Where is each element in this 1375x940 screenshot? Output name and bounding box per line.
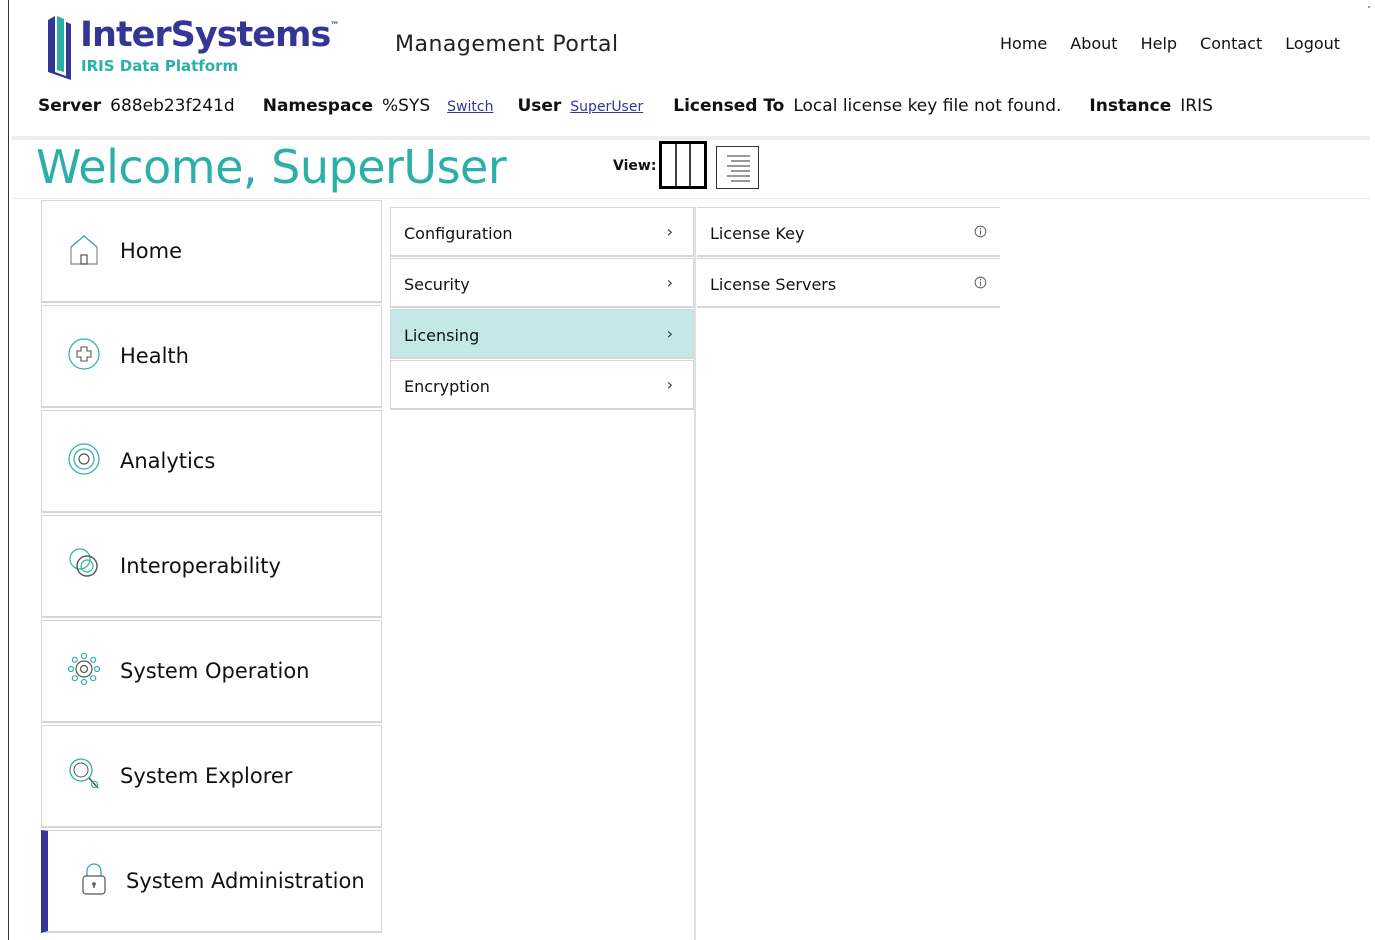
menu-item-home[interactable]: Home (41, 200, 382, 303)
instance-value: IRIS (1180, 96, 1213, 116)
interoperability-icon (69, 548, 98, 577)
brand-name: InterSystems™ (80, 15, 340, 55)
server-label: Server (38, 96, 102, 116)
user-label: User (517, 96, 562, 116)
health-icon (68, 338, 100, 370)
submenu-item-encryption[interactable]: Encryption › (390, 360, 694, 410)
menu-item-system-explorer[interactable]: System Explorer (41, 725, 382, 828)
chevron-right-icon: › (666, 375, 673, 394)
menu-item-health[interactable]: Health (41, 305, 382, 408)
nav-help[interactable]: Help (1141, 34, 1177, 53)
submenu-label-configuration: Configuration (404, 224, 513, 243)
licensing-label-license-servers: License Servers (710, 275, 837, 294)
menu-label-system-administration: System Administration (126, 869, 365, 893)
list-view-button[interactable] (716, 146, 759, 189)
user-link[interactable]: SuperUser (570, 99, 643, 115)
columns-icon (675, 144, 691, 186)
welcome-heading: Welcome, SuperUser (36, 140, 507, 194)
licensing-label-license-key: License Key (710, 224, 805, 243)
home-icon (70, 235, 98, 265)
licensed-to-value: Local license key file not found. (793, 96, 1062, 116)
corner-mark (1368, 6, 1370, 8)
submenu-label-security: Security (404, 275, 470, 294)
chevron-right-icon: › (666, 324, 673, 343)
menu-label-system-operation: System Operation (120, 659, 310, 683)
server-value: 688eb23f241d (110, 96, 235, 116)
switch-namespace-link[interactable]: Switch (447, 99, 493, 115)
submenu-label-licensing: Licensing (404, 326, 480, 345)
nav-contact[interactable]: Contact (1200, 34, 1262, 53)
nav-about[interactable]: About (1070, 34, 1117, 53)
nav-home[interactable]: Home (1000, 34, 1047, 53)
menu-item-system-administration[interactable]: System Administration (41, 830, 382, 933)
submenu-item-security[interactable]: Security › (390, 258, 694, 308)
licensing-item-license-servers[interactable]: License Servers (697, 258, 1000, 308)
menu-label-health: Health (120, 344, 189, 368)
licensed-to-label: Licensed To (673, 96, 785, 116)
view-label: View: (613, 158, 657, 174)
system-administration-submenu: Configuration › Security › Licensing › E… (390, 207, 694, 411)
analytics-icon (68, 443, 100, 475)
menu-label-interoperability: Interoperability (120, 554, 281, 578)
namespace-label: Namespace (262, 96, 374, 116)
left-border (8, 0, 9, 940)
lock-icon (82, 863, 106, 895)
namespace-value: %SYS (382, 96, 431, 116)
columns-view-button[interactable] (659, 141, 707, 189)
explorer-search-icon (69, 758, 99, 789)
licensing-item-license-key[interactable]: License Key (697, 207, 1000, 257)
nav-logout[interactable]: Logout (1285, 34, 1340, 53)
submenu-item-configuration[interactable]: Configuration › (390, 207, 694, 257)
welcome-separator (12, 198, 1370, 199)
info-icon[interactable] (974, 225, 987, 238)
main-menu: Home Health Analytics Interoperability S… (41, 200, 382, 935)
menu-item-interoperability[interactable]: Interoperability (41, 515, 382, 618)
licensing-submenu: License Key License Servers (697, 207, 1000, 309)
submenu-item-licensing[interactable]: Licensing › (390, 309, 694, 359)
menu-label-system-explorer: System Explorer (120, 764, 293, 788)
chevron-right-icon: › (666, 222, 673, 241)
submenu-label-encryption: Encryption (404, 377, 490, 396)
info-icon[interactable] (974, 276, 987, 289)
menu-label-home: Home (120, 239, 183, 263)
product-name: IRIS Data Platform (81, 57, 239, 75)
top-nav: Home About Help Contact Logout (1000, 34, 1340, 53)
list-icon (727, 155, 750, 182)
menu-item-system-operation[interactable]: System Operation (41, 620, 382, 723)
column-divider (694, 207, 696, 940)
menu-label-analytics: Analytics (120, 449, 216, 473)
chevron-right-icon: › (666, 273, 673, 292)
menu-item-analytics[interactable]: Analytics (41, 410, 382, 513)
portal-title: Management Portal (395, 32, 619, 57)
gear-icon (67, 652, 101, 686)
logo-mark-icon (48, 16, 71, 80)
info-bar: Server 688eb23f241d Namespace %SYS Switc… (38, 96, 1213, 116)
instance-label: Instance (1089, 96, 1172, 116)
